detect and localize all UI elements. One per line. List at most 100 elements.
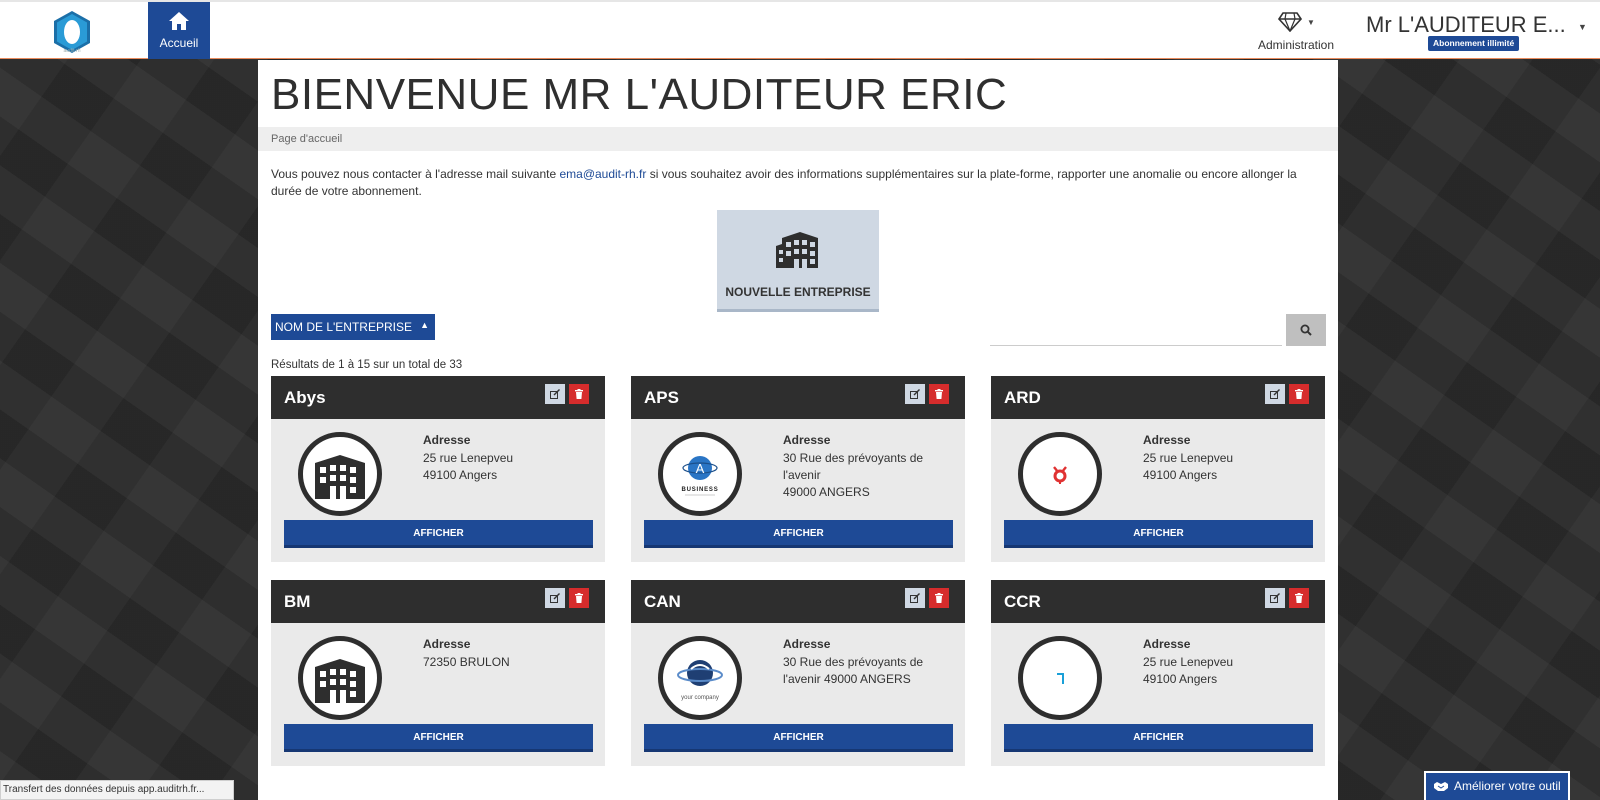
svg-text:BUSINESS: BUSINESS (681, 487, 718, 493)
handshake-icon (1434, 782, 1448, 791)
sort-label: NOM DE L'ENTREPRISE (275, 320, 412, 334)
delete-company-button[interactable] (1289, 588, 1309, 608)
subscription-badge: Abonnement illimité (1428, 36, 1520, 51)
company-address-line: 72350 BRULON (423, 655, 510, 669)
address-label: Adresse (783, 637, 831, 651)
nav-home-label: Accueil (159, 36, 199, 50)
delete-company-button[interactable] (929, 384, 949, 404)
show-company-button[interactable]: AFFICHER (644, 520, 953, 548)
building-icon (315, 455, 365, 499)
page-title: BIENVENUE MR L'AUDITEUR ERIC (271, 70, 1008, 119)
administration-label: Administration (1257, 38, 1335, 52)
trash-icon (1295, 593, 1303, 603)
company-card: ARD Adresse 25 rue Lenepveu 49100 Angers AFF… (991, 376, 1325, 562)
company-address-line: l'avenir (783, 468, 821, 482)
trash-icon (575, 389, 583, 399)
blue-mark-logo (1057, 673, 1064, 684)
svg-text:A: A (696, 461, 705, 476)
edit-company-button[interactable] (545, 588, 565, 608)
search-input[interactable] (990, 314, 1282, 346)
address-label: Adresse (1143, 637, 1191, 651)
edit-company-button[interactable] (545, 384, 565, 404)
company-name: Abys (284, 388, 326, 407)
edit-company-button[interactable] (1265, 588, 1285, 608)
logo-caption: audit-rh (63, 48, 81, 54)
edit-icon (550, 593, 560, 603)
company-card: APS A BUSINESS Adresse 30 Rue des prévoyants… (631, 376, 965, 562)
company-address-line: l'avenir 49000 ANGERS (783, 672, 911, 686)
show-company-button[interactable]: AFFICHER (1004, 520, 1313, 548)
user-name: Mr L'AUDITEUR E... (1366, 12, 1566, 37)
search-icon (1300, 324, 1312, 336)
delete-company-button[interactable] (1289, 384, 1309, 404)
browser-status-bar: Transfert des données depuis app.auditrh… (0, 780, 234, 800)
svg-text:your company: your company (681, 695, 719, 701)
delete-company-button[interactable] (569, 588, 589, 608)
company-card: Abys Adresse 25 rue Lenepveu 49100 Angers AF… (271, 376, 605, 562)
top-navbar: audit-rh Accueil ▼ Administration Mr L'A… (0, 0, 1600, 59)
company-address-line: 30 Rue des prévoyants de (783, 451, 924, 465)
trash-icon (935, 389, 943, 399)
address-label: Adresse (1143, 433, 1191, 447)
building-icon (776, 232, 818, 268)
edit-icon (910, 389, 920, 399)
trash-icon (575, 593, 583, 603)
search-button[interactable] (1286, 314, 1326, 346)
company-address-line: 25 rue Lenepveu (423, 451, 514, 465)
address-label: Adresse (783, 433, 831, 447)
edit-company-button[interactable] (905, 588, 925, 608)
edit-company-button[interactable] (1265, 384, 1285, 404)
delete-company-button[interactable] (929, 588, 949, 608)
business-logo: A BUSINESS (681, 456, 718, 496)
company-logo: your company (658, 636, 742, 720)
show-company-button[interactable]: AFFICHER (284, 520, 593, 548)
contact-email-link[interactable]: ema@audit-rh.fr (559, 167, 646, 181)
company-address-line: 25 rue Lenepveu (1143, 451, 1234, 465)
show-company-button[interactable]: AFFICHER (284, 724, 593, 752)
address-label: Adresse (423, 433, 471, 447)
company-address-line: 25 rue Lenepveu (1143, 655, 1234, 669)
company-logo (298, 636, 382, 720)
chevron-down-icon: ▼ (1578, 22, 1587, 32)
home-icon (169, 12, 189, 30)
company-address-line: 30 Rue des prévoyants de (783, 655, 924, 669)
edit-company-button[interactable] (905, 384, 925, 404)
edit-icon (1270, 389, 1280, 399)
show-company-button[interactable]: AFFICHER (1004, 724, 1313, 752)
nav-home-tab[interactable]: Accueil (148, 2, 210, 59)
company-logo: A BUSINESS (658, 432, 742, 516)
intro-text-start: Vous pouvez nous contacter à l'adresse m… (271, 167, 560, 181)
company-card-header: BM (271, 580, 605, 623)
edit-icon (1270, 593, 1280, 603)
company-address-line: 49100 Angers (1143, 468, 1218, 482)
building-icon (315, 659, 365, 703)
new-company-button[interactable]: NOUVELLE ENTREPRISE (717, 210, 879, 312)
company-logo (1018, 636, 1102, 720)
diamond-icon (1278, 12, 1302, 32)
company-card-header: APS (631, 376, 965, 419)
company-address-line: 49100 Angers (423, 468, 498, 482)
company-card-header: CCR (991, 580, 1325, 623)
administration-menu[interactable]: ▼ Administration (1250, 8, 1342, 56)
red-mark-logo (1053, 466, 1067, 484)
company-address-line: 49000 ANGERS (783, 485, 870, 499)
chevron-down-icon: ▼ (1307, 18, 1315, 27)
result-count: Résultats de 1 à 15 sur un total de 33 (271, 359, 463, 371)
new-company-label: NOUVELLE ENTREPRISE (725, 285, 871, 299)
company-logo (298, 432, 382, 516)
improve-tool-button[interactable]: Améliorer votre outil (1424, 771, 1570, 800)
intro-text: Vous pouvez nous contacter à l'adresse m… (271, 166, 1325, 200)
show-company-button[interactable]: AFFICHER (644, 724, 953, 752)
globe-logo: your company (677, 660, 723, 701)
breadcrumb: Page d'accueil (271, 133, 343, 145)
trash-icon (935, 593, 943, 603)
user-menu[interactable]: Mr L'AUDITEUR E... ▼ Abonnement illimité (1362, 8, 1592, 56)
sort-by-company-name-button[interactable]: NOM DE L'ENTREPRISE ▲ (271, 314, 435, 340)
sort-up-icon: ▲ (420, 320, 429, 330)
company-logo (1018, 432, 1102, 516)
delete-company-button[interactable] (569, 384, 589, 404)
company-name: BM (284, 592, 311, 611)
company-address-line: 49100 Angers (1143, 672, 1218, 686)
company-name: ARD (1004, 388, 1041, 407)
company-card-header: ARD (991, 376, 1325, 419)
